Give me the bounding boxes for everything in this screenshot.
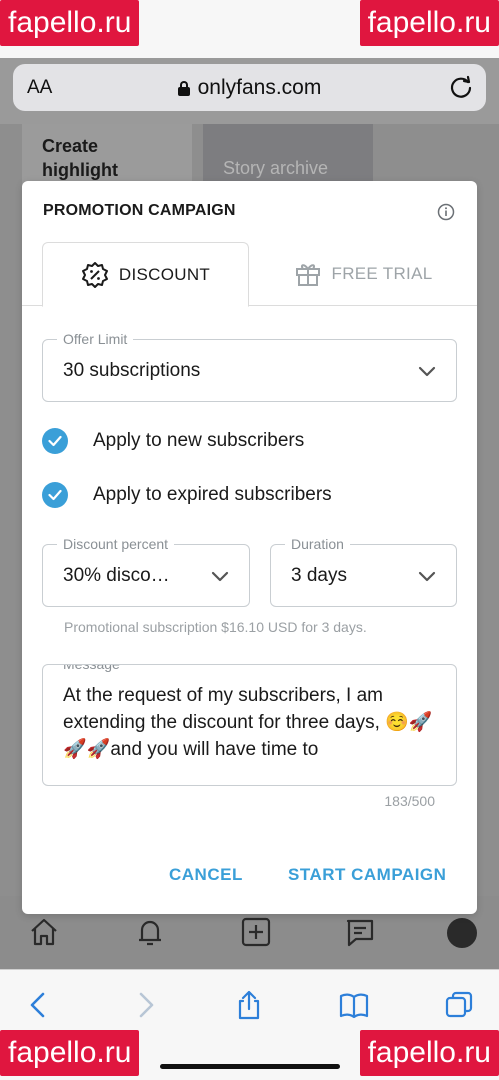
messages-icon [346,919,374,947]
apply-new-subscribers-checkbox[interactable]: Apply to new subscribers [42,427,304,455]
gift-icon [295,264,320,286]
watermark-bottom-left: fapello.ru [0,1030,140,1076]
tab-discount-label: DISCOUNT [118,264,211,284]
home-indicator [160,1064,340,1069]
profile-avatar [445,916,479,950]
bell-icon [139,920,161,946]
forward-icon[interactable] [130,990,160,1020]
message-text: At the request of my subscribers, I am e… [63,685,433,760]
offer-limit-label: Offer Limit [57,331,134,347]
cancel-button[interactable]: CANCEL [169,865,243,885]
story-archive-label: Story archive [223,158,329,178]
duration-value: 3 days [291,565,347,586]
watermark-top-left: fapello.ru [0,0,140,46]
url-display[interactable]: onlyfans.com [13,76,486,100]
bookmarks-icon[interactable] [339,990,369,1020]
add-post-icon [241,917,271,947]
chevron-down-icon [418,366,436,377]
discount-badge-icon [81,261,108,288]
home-icon [31,918,57,946]
apply-new-subscribers-label: Apply to new subscribers [93,430,305,451]
offer-limit-select[interactable]: Offer Limit 30 subscriptions [42,331,457,402]
promotion-campaign-modal: PROMOTION CAMPAIGN DISCOUNT FREE TRIAL O… [22,181,477,914]
address-bar[interactable]: AA onlyfans.com [13,64,486,111]
tab-free-trial[interactable]: FREE TRIAL [249,242,477,306]
url-text: onlyfans.com [197,76,322,99]
chevron-down-icon [211,571,229,582]
start-campaign-button[interactable]: START CAMPAIGN [288,865,446,885]
checkmark-icon [42,428,68,454]
create-highlight-label: Create highlight [42,136,118,180]
tab-free-trial-label: FREE TRIAL [331,264,433,283]
message-label: Message [57,665,126,672]
tabs-icon[interactable] [444,990,474,1020]
promo-summary-text: Promotional subscription $16.10 USD for … [64,619,367,635]
checkmark-icon [42,482,68,508]
lock-icon [177,81,190,96]
campaign-tabs: DISCOUNT FREE TRIAL [22,242,477,307]
share-icon[interactable] [234,990,264,1020]
reload-icon[interactable] [448,74,474,100]
info-icon[interactable] [437,203,455,221]
discount-percent-label: Discount percent [57,536,175,552]
watermark-top-right: fapello.ru [359,0,499,46]
character-counter: 183/500 [384,793,435,809]
apply-expired-subscribers-label: Apply to expired subscribers [93,484,332,505]
offer-limit-value: 30 subscriptions [63,360,201,381]
watermark-bottom-right: fapello.ru [359,1030,499,1076]
duration-label: Duration [285,536,350,552]
back-icon[interactable] [24,990,54,1020]
message-textarea[interactable]: Message At the request of my subscribers… [42,664,457,786]
duration-select[interactable]: Duration 3 days [270,536,457,607]
discount-percent-select[interactable]: Discount percent 30% disco… [42,536,250,607]
discount-percent-value: 30% disco… [63,565,170,586]
apply-expired-subscribers-checkbox[interactable]: Apply to expired subscribers [42,481,332,509]
modal-title: PROMOTION CAMPAIGN [43,202,236,219]
tab-discount[interactable]: DISCOUNT [42,242,249,307]
chevron-down-icon [418,571,436,582]
